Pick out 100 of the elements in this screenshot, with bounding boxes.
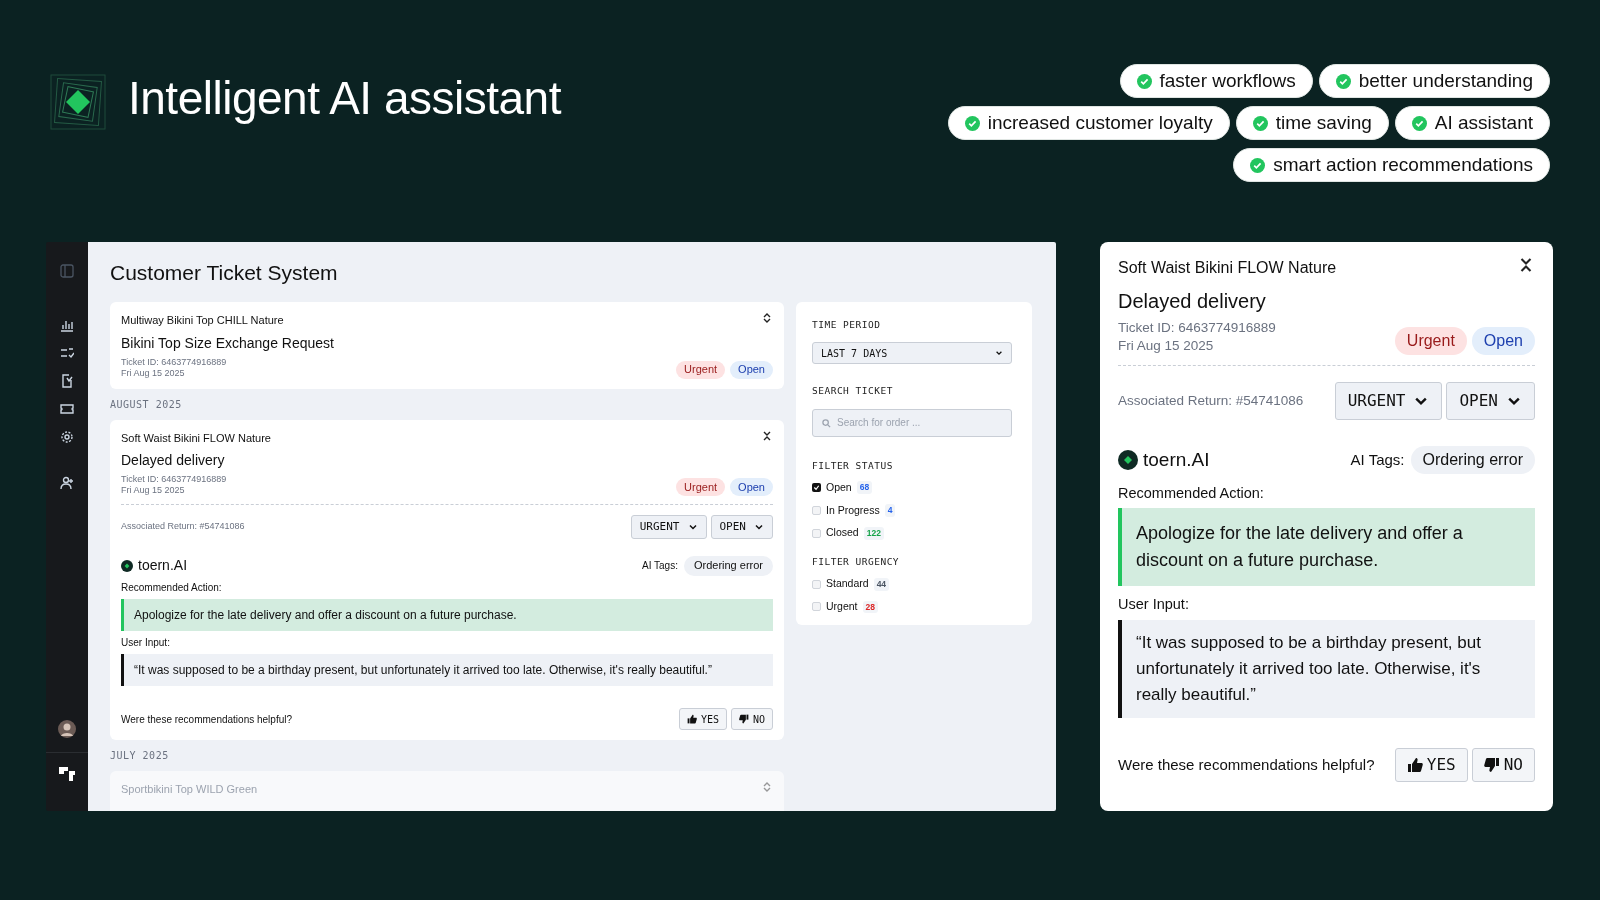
filter-label: TIME PERIOD	[812, 318, 882, 332]
recommended-label: Recommended Action:	[1118, 483, 1265, 503]
chevron-down-icon	[754, 522, 764, 532]
checkbox[interactable]	[812, 602, 821, 612]
urgency-badge: Urgent	[1394, 327, 1467, 355]
ticket-date: Fri Aug 15 2025	[121, 485, 186, 496]
tags-label: AI Tags:	[1350, 450, 1405, 470]
status-dropdown[interactable]: OPEN	[1446, 382, 1535, 420]
ticket-subject: Delayed delivery	[1118, 289, 1267, 314]
urgency-dropdown[interactable]: URGENT	[1334, 382, 1443, 420]
search-field[interactable]: Search for order ...	[812, 408, 1012, 437]
page-title: Intelligent AI assistant	[128, 71, 561, 126]
section-heading: AUGUST 2025	[110, 397, 183, 412]
urgency-dropdown[interactable]: URGENT	[630, 515, 707, 539]
thumbs-up-icon	[686, 714, 697, 724]
brand-icon	[121, 559, 133, 572]
product-name: Soft Waist Bikini FLOW Nature	[1118, 258, 1337, 278]
ticket-subject: Delayed delivery	[121, 451, 226, 470]
product-name: Sportbikini Top WILD Green	[121, 782, 258, 797]
thumbs-up-icon	[1406, 757, 1423, 773]
add-user-icon[interactable]	[60, 476, 74, 490]
recommendation: Apologize for the late delivery and offer a discount on a future purchase.	[1118, 508, 1535, 587]
ticket-icon[interactable]	[60, 402, 74, 416]
status-badge: Open	[730, 360, 773, 379]
no-button[interactable]: NO	[1471, 748, 1535, 782]
filter-label: SEARCH TICKET	[812, 384, 894, 399]
ai-tag: Ordering error	[1410, 446, 1535, 475]
ticket-subject: Bikini Top Size Exchange Request	[121, 333, 334, 353]
checkbox[interactable]	[812, 528, 821, 538]
option-label: Standard	[826, 576, 869, 592]
status-badge: Open	[730, 478, 773, 496]
ticket-date: Fri Aug 15 2025	[121, 367, 186, 379]
check-circle-icon	[1136, 73, 1152, 89]
user-input-quote: “It was supposed to be a birthday present, but unfortunately it arrived too late. Otherwise, it's really beautiful.”	[121, 654, 773, 686]
tags-label: AI Tags:	[641, 559, 678, 573]
yes-button[interactable]: YES	[678, 708, 727, 730]
ticket-id: Ticket ID: 6463774916889	[1118, 319, 1276, 337]
check-circle-icon	[1335, 73, 1351, 89]
count-badge: 44	[873, 577, 890, 591]
feedback-question: Were these recommendations helpful?	[1118, 754, 1375, 775]
collapse-icon[interactable]	[761, 429, 773, 442]
filter-label: FILTER STATUS	[812, 458, 894, 473]
ticket-date: Fri Aug 15 2025	[1118, 337, 1215, 355]
section-heading: JULY 2025	[110, 749, 170, 763]
search-icon	[822, 418, 831, 428]
associated-return: Associated Return: #54741086	[121, 520, 245, 534]
option-label: Closed	[826, 525, 859, 541]
benefit-label: better understanding	[1358, 68, 1533, 93]
benefit-label: time saving	[1275, 110, 1372, 135]
bar-chart-icon[interactable]	[60, 318, 74, 332]
no-button[interactable]: NO	[730, 708, 773, 730]
user-input-quote: “It was supposed to be a birthday present, but unfortunately it arrived too late. Otherwise, it's really beautiful.”	[1118, 620, 1535, 718]
feedback-question: Were these recommendations helpful?	[121, 712, 293, 727]
ticket-id: Ticket ID: 6463774916889	[121, 356, 227, 368]
count-badge: 4	[884, 504, 896, 517]
brand-name: toern.AI	[1143, 448, 1210, 472]
time-period-dropdown[interactable]: LAST 7 DAYS	[812, 342, 1012, 365]
option-label: Open	[826, 479, 852, 495]
check-circle-icon	[964, 115, 980, 131]
user-input-label: User Input:	[1118, 595, 1190, 615]
app-title: Customer Ticket System	[110, 260, 339, 286]
recommendation: Apologize for the late delivery and offer a discount on a future purchase.	[121, 599, 773, 631]
option-label: Urgent	[826, 599, 858, 614]
check-circle-icon	[1250, 157, 1266, 173]
urgency-badge: Urgent	[676, 360, 726, 379]
check-circle-icon	[1411, 115, 1427, 131]
benefit-label: AI assistant	[1434, 110, 1533, 135]
thumbs-down-icon	[738, 714, 749, 724]
checklist-icon[interactable]	[60, 346, 74, 360]
sidebar-toggle-icon[interactable]	[60, 264, 74, 278]
logo-icon	[48, 72, 108, 132]
checkbox[interactable]	[812, 505, 821, 515]
user-input-label: User Input:	[121, 636, 171, 650]
checkbox[interactable]	[812, 579, 821, 589]
product-name: Multiway Bikini Top CHILL Nature	[121, 313, 285, 328]
brand-name: toern.AI	[138, 556, 188, 575]
filter-label: FILTER URGENCY	[812, 555, 901, 569]
document-icon[interactable]	[60, 374, 74, 388]
benefit-label: increased customer loyalty	[987, 110, 1213, 135]
brand-icon	[1118, 450, 1138, 471]
status-badge: Open	[1471, 327, 1535, 355]
associated-return: Associated Return: #54741086	[1118, 391, 1304, 410]
count-badge: 28	[862, 600, 878, 614]
benefit-label: smart action recommendations	[1273, 152, 1533, 177]
avatar[interactable]	[58, 720, 76, 738]
yes-button[interactable]: YES	[1394, 748, 1468, 782]
thumbs-down-icon	[1483, 757, 1500, 773]
ticket-id: Ticket ID: 6463774916889	[121, 474, 227, 485]
status-dropdown[interactable]: OPEN	[710, 515, 773, 539]
count-badge: 122	[863, 526, 884, 540]
brand-logo-icon[interactable]	[59, 767, 75, 781]
settings-icon[interactable]	[60, 430, 74, 444]
chevron-down-icon	[995, 349, 1003, 358]
chevron-down-icon	[687, 522, 698, 532]
expand-icon[interactable]	[761, 312, 773, 324]
checkbox[interactable]	[812, 483, 821, 493]
count-badge: 68	[856, 481, 873, 494]
option-label: In Progress	[826, 502, 880, 518]
ai-tag: Ordering error	[683, 555, 773, 576]
benefit-label: faster workflows	[1159, 68, 1296, 93]
